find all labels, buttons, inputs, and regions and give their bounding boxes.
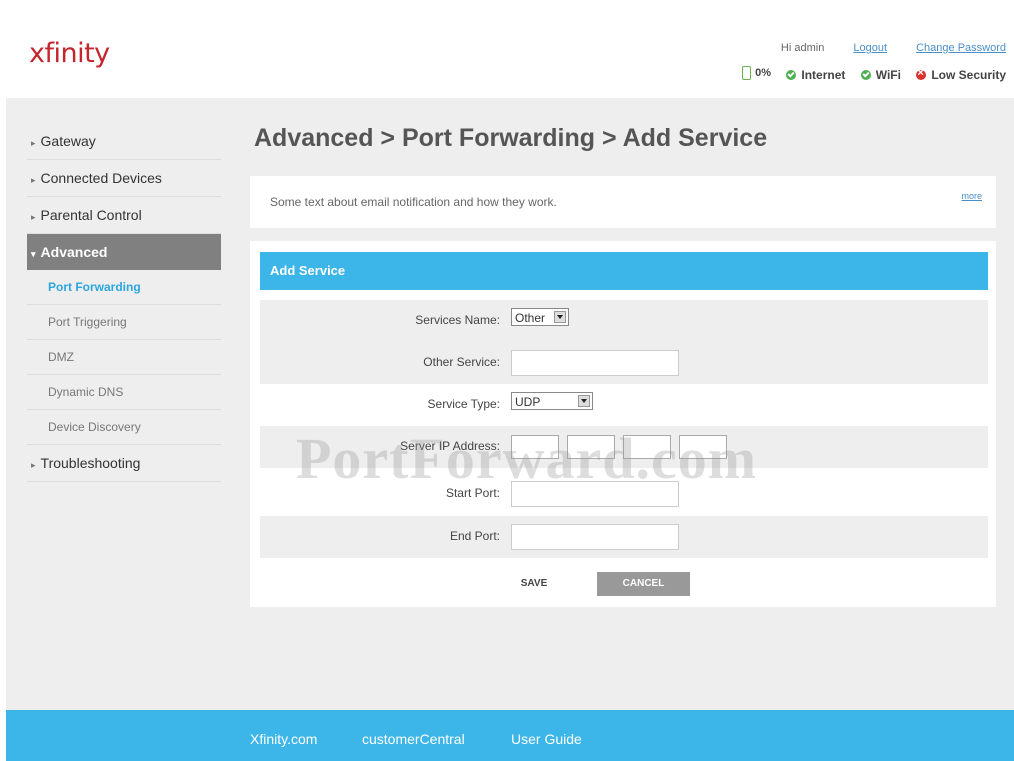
- wifi-label: WiFi: [875, 68, 901, 82]
- battery-icon: [742, 66, 752, 80]
- sidebar: ▸ Gateway ▸ Connected Devices ▸ Parental Co…: [27, 123, 221, 482]
- header: xfinity Hi admin Logout Change Password …: [0, 0, 1014, 98]
- sidebar-item-gateway[interactable]: ▸ Gateway: [27, 123, 221, 160]
- panel-title: Add Service: [260, 252, 988, 290]
- chevron-right-icon: ▸: [31, 138, 36, 148]
- sidebar-subitem-dmz[interactable]: DMZ: [27, 340, 221, 375]
- footer-link-customer-central[interactable]: customerCentral: [362, 731, 465, 747]
- other-service-label: Other Service:: [423, 355, 500, 369]
- sidebar-item-label: Parental Control: [40, 207, 142, 223]
- internet-status: Internet: [786, 68, 845, 82]
- watermark: PortForward.com: [296, 426, 758, 491]
- sidebar-item-label: Connected Devices: [40, 170, 162, 186]
- add-service-panel: Add Service Services Name: Other Other S…: [250, 241, 996, 607]
- sidebar-subitem-port-triggering[interactable]: Port Triggering: [27, 305, 221, 340]
- sidebar-subitem-port-forwarding[interactable]: Port Forwarding: [27, 270, 221, 305]
- sidebar-subitem-device-discovery[interactable]: Device Discovery: [27, 410, 221, 445]
- sidebar-item-label: Advanced: [40, 244, 108, 260]
- status-bar: 0% Internet WiFi Low Security: [730, 66, 1006, 83]
- info-text: Some text about email notification and h…: [270, 195, 557, 209]
- services-name-select[interactable]: Other: [511, 308, 569, 326]
- sidebar-item-connected-devices[interactable]: ▸ Connected Devices: [27, 160, 221, 197]
- chevron-right-icon: ▸: [31, 212, 36, 222]
- battery-label: 0%: [755, 67, 772, 79]
- sidebar-item-label: Gateway: [40, 133, 96, 149]
- footer: Xfinity.com customerCentral User Guide: [6, 710, 1014, 761]
- service-type-value: UDP: [515, 395, 541, 409]
- form-row-service-type: Service Type: UDP: [260, 384, 988, 426]
- cancel-button[interactable]: CANCEL: [597, 572, 690, 596]
- logout-link[interactable]: Logout: [853, 42, 887, 54]
- service-type-label: Service Type:: [427, 397, 500, 411]
- wifi-status: WiFi: [860, 68, 901, 82]
- check-circle-icon: [860, 70, 871, 80]
- service-type-select[interactable]: UDP: [511, 392, 593, 410]
- chevron-down-icon: ▾: [31, 249, 36, 259]
- sidebar-subitem-dynamic-dns[interactable]: Dynamic DNS: [27, 375, 221, 410]
- battery-status: 0%: [742, 66, 771, 80]
- chevron-right-icon: ▸: [31, 460, 36, 470]
- check-circle-icon: [786, 70, 797, 80]
- end-port-input[interactable]: [511, 524, 679, 550]
- internet-label: Internet: [801, 68, 846, 82]
- change-password-link[interactable]: Change Password: [916, 42, 1006, 54]
- other-service-input[interactable]: [511, 350, 679, 376]
- footer-link-xfinity[interactable]: Xfinity.com: [250, 731, 317, 747]
- save-button[interactable]: SAVE: [510, 572, 558, 596]
- greeting: Hi admin: [780, 42, 825, 54]
- sidebar-item-label: Troubleshooting: [40, 455, 141, 471]
- sidebar-item-troubleshooting[interactable]: ▸ Troubleshooting: [27, 445, 221, 482]
- form-row-other-service: Other Service:: [260, 342, 988, 384]
- more-link[interactable]: more: [961, 191, 982, 201]
- xfinity-logo[interactable]: xfinity: [29, 38, 110, 69]
- form-row-end-port: End Port:: [260, 516, 988, 558]
- services-name-label: Services Name:: [415, 313, 500, 327]
- dropdown-arrow-icon: [554, 311, 566, 323]
- security-status: Low Security: [916, 67, 1006, 82]
- services-name-value: Other: [515, 311, 546, 325]
- sidebar-item-parental-control[interactable]: ▸ Parental Control: [27, 197, 221, 234]
- footer-link-user-guide[interactable]: User Guide: [511, 731, 582, 747]
- sidebar-item-advanced[interactable]: ▾ Advanced: [27, 234, 221, 270]
- form-row-services-name: Services Name: Other: [260, 300, 988, 342]
- dropdown-arrow-icon: [578, 395, 590, 407]
- user-links: Hi admin Logout Change Password: [755, 42, 1006, 54]
- end-port-label: End Port:: [449, 529, 500, 543]
- page-title: Advanced > Port Forwarding > Add Service: [254, 124, 768, 152]
- chevron-right-icon: ▸: [31, 175, 36, 185]
- x-circle-icon: [916, 67, 927, 80]
- security-label: Low Security: [931, 68, 1006, 82]
- info-box: Some text about email notification and h…: [250, 176, 996, 228]
